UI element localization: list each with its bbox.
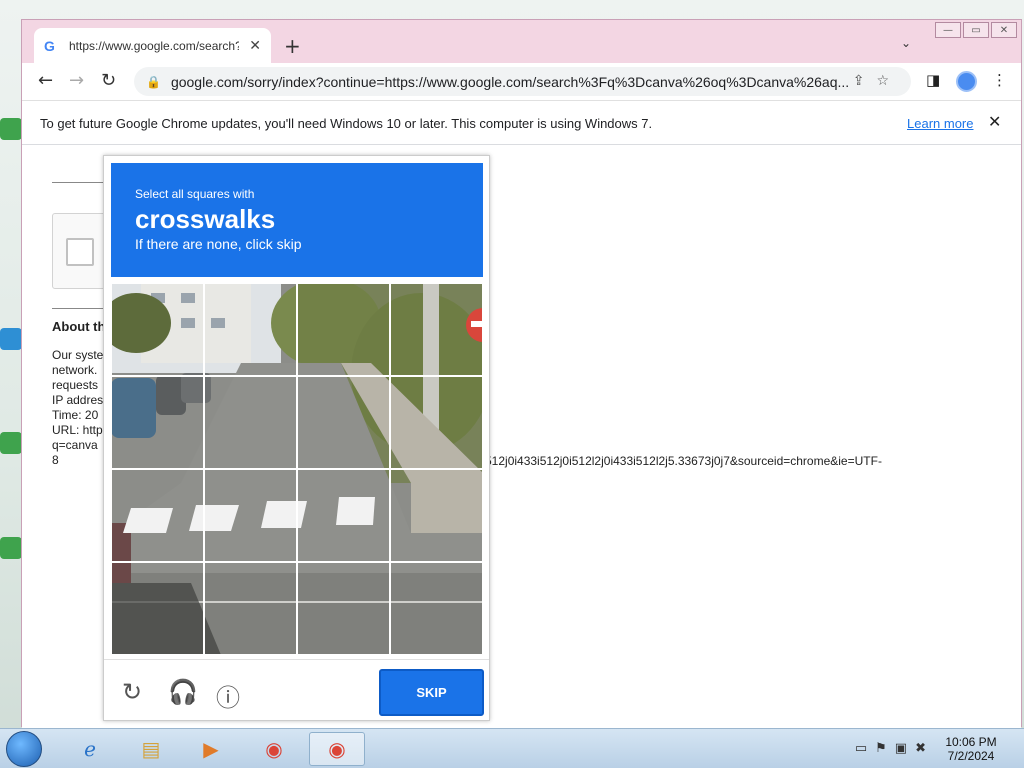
captcha-header: Select all squares with crosswalks If th…: [111, 163, 483, 277]
captcha-tile[interactable]: [390, 469, 483, 562]
recaptcha-checkbox[interactable]: [66, 238, 94, 266]
back-button[interactable]: ←: [38, 70, 53, 91]
desktop-icon[interactable]: [0, 537, 22, 559]
share-and-bookmark-icons[interactable]: ⇪☆: [853, 73, 901, 89]
forward-button[interactable]: →: [69, 70, 84, 91]
windows-taskbar: ℯ ▤ ▶ ◉ ◉ ▭⚑▣✖ 10:06 PM 7/2/2024: [0, 728, 1024, 768]
captcha-tile[interactable]: [297, 376, 390, 469]
chrome-icon[interactable]: ◉: [246, 732, 302, 766]
captcha-tile[interactable]: [111, 283, 204, 376]
reload-button[interactable]: ↻: [101, 70, 116, 91]
lock-icon[interactable]: 🔒: [146, 75, 161, 89]
system-tray-icons[interactable]: ▭⚑▣✖: [855, 741, 934, 756]
browser-toolbar: ← → ↻ 🔒 google.com/sorry/index?continue=…: [22, 63, 1021, 100]
captcha-tile[interactable]: [204, 562, 297, 655]
reload-challenge-icon[interactable]: ↻: [122, 678, 142, 706]
google-favicon-icon: G: [44, 37, 55, 54]
url-fragment-text: 512j0i433i512j0i512l2j0i433i512l2j5.3367…: [485, 454, 882, 468]
tab-bar: G https://www.google.com/search?q ✕ + ⌄ …: [22, 20, 1021, 63]
chrome-active-icon[interactable]: ◉: [309, 732, 365, 766]
browser-tab[interactable]: G https://www.google.com/search?q ✕: [34, 28, 271, 63]
about-heading: About th: [52, 319, 106, 334]
learn-more-link[interactable]: Learn more: [907, 116, 973, 131]
captcha-tile[interactable]: [390, 562, 483, 655]
captcha-tile[interactable]: [297, 562, 390, 655]
captcha-footer: ↻ 🎧 ⓘ SKIP: [104, 659, 489, 721]
close-window-button[interactable]: ✕: [991, 22, 1017, 38]
headphones-audio-icon[interactable]: 🎧: [168, 678, 198, 706]
captcha-instruction: Select all squares with: [135, 187, 255, 201]
captcha-challenge: Select all squares with crosswalks If th…: [103, 155, 490, 721]
captcha-tile[interactable]: [111, 376, 204, 469]
menu-kebab-icon[interactable]: ⋮: [992, 71, 1007, 89]
desktop-icon[interactable]: [0, 118, 22, 140]
captcha-target: crosswalks: [135, 204, 276, 234]
window-controls: — ▭ ✕: [935, 22, 1017, 38]
new-tab-button[interactable]: +: [284, 34, 301, 58]
side-panel-icon[interactable]: ◨: [926, 71, 940, 89]
infobar-message: To get future Google Chrome updates, you…: [40, 116, 653, 131]
captcha-image-grid: [111, 283, 483, 655]
profile-avatar[interactable]: [956, 71, 977, 92]
update-infobar: To get future Google Chrome updates, you…: [22, 100, 1021, 145]
maximize-button[interactable]: ▭: [963, 22, 989, 38]
file-explorer-icon[interactable]: ▤: [123, 732, 179, 766]
infobar-close-icon[interactable]: ✕: [988, 112, 1001, 131]
captcha-tile[interactable]: [204, 376, 297, 469]
captcha-tile[interactable]: [111, 469, 204, 562]
url-text[interactable]: google.com/sorry/index?continue=https://…: [171, 74, 851, 90]
captcha-tile[interactable]: [390, 376, 483, 469]
start-button[interactable]: [6, 731, 42, 767]
desktop-icon[interactable]: [0, 432, 22, 454]
captcha-tile[interactable]: [204, 283, 297, 376]
captcha-hint: If there are none, click skip: [135, 236, 302, 252]
captcha-tile[interactable]: [297, 469, 390, 562]
media-player-icon[interactable]: ▶: [183, 732, 239, 766]
clock[interactable]: 10:06 PM 7/2/2024: [936, 735, 1006, 763]
tab-title: https://www.google.com/search?q: [69, 38, 239, 53]
tab-close-icon[interactable]: ✕: [249, 38, 261, 54]
captcha-tile[interactable]: [390, 283, 483, 376]
minimize-button[interactable]: —: [935, 22, 961, 38]
captcha-tile[interactable]: [204, 469, 297, 562]
address-bar[interactable]: 🔒 google.com/sorry/index?continue=https:…: [134, 67, 911, 96]
captcha-tile[interactable]: [297, 283, 390, 376]
info-icon[interactable]: ⓘ: [216, 678, 240, 713]
internet-explorer-icon[interactable]: ℯ: [62, 732, 118, 766]
desktop-icon[interactable]: [0, 328, 22, 350]
skip-button[interactable]: SKIP: [379, 669, 484, 716]
captcha-tile[interactable]: [111, 562, 204, 655]
tab-search-chevron-icon[interactable]: ⌄: [901, 36, 911, 50]
